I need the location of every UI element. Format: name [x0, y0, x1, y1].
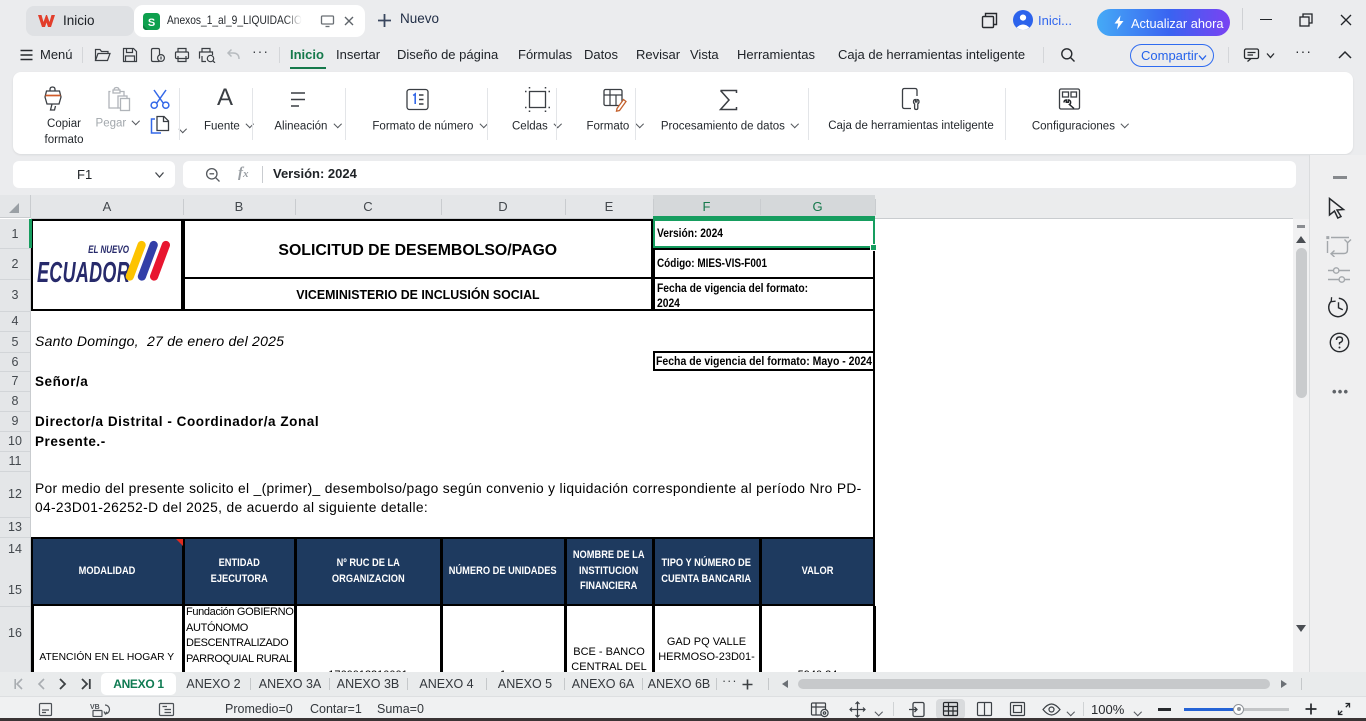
svg-text:EL NUEVO: EL NUEVO [88, 244, 129, 257]
svg-text:S: S [148, 17, 155, 29]
svg-text:ECUADOR: ECUADOR [37, 257, 130, 289]
